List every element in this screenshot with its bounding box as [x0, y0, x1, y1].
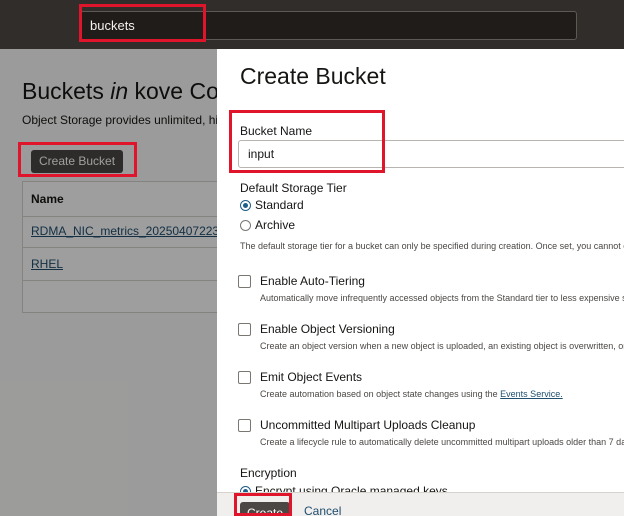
top-navigation-bar: buckets: [0, 0, 624, 49]
multipart-cleanup-checkbox[interactable]: [238, 419, 251, 432]
cancel-link[interactable]: Cancel: [304, 504, 341, 516]
storage-tier-archive-radio[interactable]: Archive: [240, 218, 295, 232]
storage-tier-label: Default Storage Tier: [240, 181, 347, 195]
auto-tiering-help: Automatically move infrequently accessed…: [260, 293, 624, 303]
object-versioning-help: Create an object version when a new obje…: [260, 341, 624, 351]
create-bucket-panel: Create Bucket Bucket Name Default Storag…: [217, 49, 624, 516]
radio-selected-icon: [240, 199, 251, 211]
object-events-checkbox[interactable]: [238, 371, 251, 384]
encryption-label: Encryption: [240, 466, 297, 480]
object-events-label: Emit Object Events: [260, 370, 363, 384]
object-versioning-label: Enable Object Versioning: [260, 322, 395, 336]
panel-footer: Create Cancel: [217, 492, 624, 516]
events-service-link[interactable]: Events Service.: [500, 389, 563, 399]
multipart-cleanup-help: Create a lifecycle rule to automatically…: [260, 437, 624, 447]
bucket-name-label: Bucket Name: [240, 124, 313, 138]
search-input[interactable]: buckets: [80, 11, 577, 40]
panel-title: Create Bucket: [240, 63, 386, 89]
multipart-cleanup-label: Uncommitted Multipart Uploads Cleanup: [260, 418, 476, 432]
search-input-value: buckets: [90, 18, 135, 33]
auto-tiering-label: Enable Auto-Tiering: [260, 274, 365, 288]
create-button[interactable]: Create: [240, 502, 290, 516]
radio-unselected-icon: [240, 219, 251, 231]
storage-tier-help: The default storage tier for a bucket ca…: [240, 241, 624, 251]
object-events-help: Create automation based on object state …: [260, 389, 563, 399]
storage-tier-standard-radio[interactable]: Standard: [240, 198, 304, 212]
auto-tiering-checkbox[interactable]: [238, 275, 251, 288]
object-versioning-checkbox[interactable]: [238, 323, 251, 336]
bucket-name-field[interactable]: [238, 140, 624, 168]
